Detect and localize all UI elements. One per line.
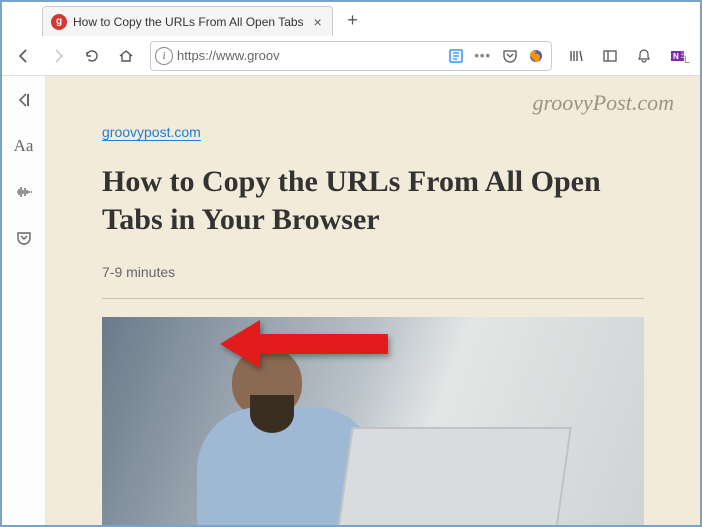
library-button[interactable] — [560, 40, 592, 72]
type-label: Aa — [14, 136, 34, 156]
close-reader-button[interactable] — [10, 86, 38, 114]
reader-sidebar: Aa — [2, 76, 46, 525]
pocket-icon[interactable] — [499, 40, 521, 72]
url-text: https://www.groov — [177, 48, 442, 63]
firefox-logo-icon[interactable] — [525, 40, 547, 72]
page-actions-icon[interactable]: ••• — [470, 48, 495, 63]
arrow-back-icon — [15, 91, 33, 109]
read-time: 7-9 minutes — [102, 264, 644, 280]
pocket-icon — [15, 229, 33, 247]
sidebar-icon — [602, 48, 618, 64]
info-icon[interactable]: i — [155, 47, 173, 65]
home-icon — [118, 48, 134, 64]
waveform-icon — [15, 183, 33, 201]
reader-view: groovyPost.com groovypost.com How to Cop… — [46, 76, 700, 525]
forward-button — [42, 40, 74, 72]
close-icon[interactable]: × — [310, 14, 326, 30]
favicon-icon: g — [51, 14, 67, 30]
svg-text:N: N — [673, 52, 679, 61]
annotation-arrow — [220, 314, 390, 379]
site-link[interactable]: groovypost.com — [102, 124, 201, 141]
divider — [102, 298, 644, 299]
save-pocket-button[interactable] — [10, 224, 38, 252]
library-icon — [568, 48, 584, 64]
tabs-strip: g How to Copy the URLs From All Open Tab… — [2, 2, 367, 36]
back-button[interactable] — [8, 40, 40, 72]
toolbar: i https://www.groov ••• N — [2, 36, 700, 76]
article-title: How to Copy the URLs From All Open Tabs … — [102, 163, 644, 238]
tab-title: How to Copy the URLs From All Open Tabs — [73, 15, 304, 29]
bell-icon — [636, 48, 652, 64]
reload-icon — [84, 48, 100, 64]
arrow-right-icon — [50, 48, 66, 64]
home-button[interactable] — [110, 40, 142, 72]
tab-active[interactable]: g How to Copy the URLs From All Open Tab… — [42, 6, 333, 36]
narrate-button[interactable] — [10, 178, 38, 206]
arrow-left-icon — [16, 48, 32, 64]
new-tab-button[interactable]: + — [339, 6, 367, 34]
notifications-button[interactable] — [628, 40, 660, 72]
watermark: groovyPost.com — [532, 90, 674, 116]
url-bar[interactable]: i https://www.groov ••• — [150, 41, 552, 71]
arrow-icon — [220, 314, 390, 374]
type-controls-button[interactable]: Aa — [10, 132, 38, 160]
titlebar: g How to Copy the URLs From All Open Tab… — [2, 2, 700, 36]
toolbar-right-label: L — [684, 54, 690, 66]
sidebar-button[interactable] — [594, 40, 626, 72]
reload-button[interactable] — [76, 40, 108, 72]
content-area: Aa groovyPost.com groovypost.com How to … — [2, 76, 700, 525]
reader-mode-icon[interactable] — [446, 46, 466, 66]
